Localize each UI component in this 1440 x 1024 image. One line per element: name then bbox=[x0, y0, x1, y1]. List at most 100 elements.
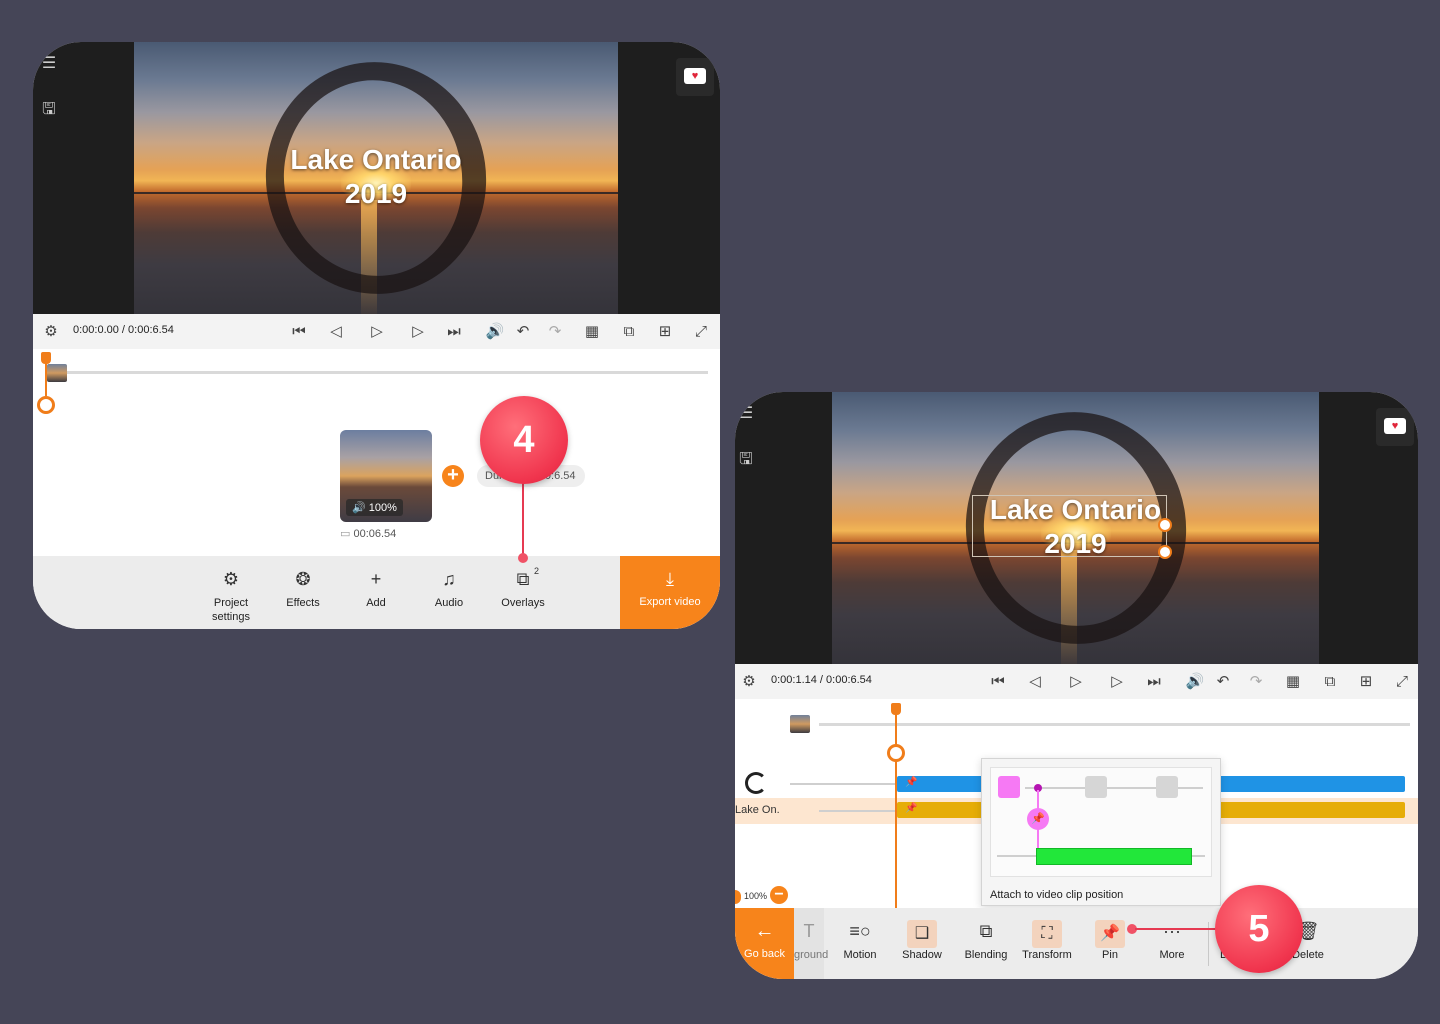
previous-frame-icon[interactable]: ◁ bbox=[1025, 672, 1045, 692]
hamburger-menu-icon[interactable]: ☰ bbox=[735, 406, 757, 422]
rotate-handle[interactable] bbox=[1158, 545, 1172, 559]
video-frame: Lake Ontario 2019 bbox=[134, 42, 618, 314]
arrow-left-icon: ← bbox=[754, 920, 775, 942]
settings-dial-icon[interactable]: ⚙ bbox=[41, 322, 61, 342]
hamburger-menu-icon[interactable]: ☰ bbox=[38, 56, 60, 72]
video-title-overlay: Lake Ontario 2019 bbox=[832, 493, 1319, 561]
blending-button[interactable]: ⧉ Blending bbox=[958, 908, 1014, 962]
keyframe-2[interactable] bbox=[1085, 776, 1107, 798]
transform-label: Transform bbox=[1022, 949, 1072, 961]
title-line-2: 2019 bbox=[1044, 528, 1107, 559]
feedback-heart-button[interactable]: ♥ bbox=[1376, 408, 1414, 446]
play-icon[interactable]: ▷ bbox=[367, 322, 387, 342]
text-track-guide bbox=[819, 810, 897, 812]
next-frame-icon[interactable]: ▷ bbox=[1107, 672, 1127, 692]
pin-button[interactable]: 📌 Pin bbox=[1085, 908, 1135, 962]
overlays-count-badge: 2 bbox=[534, 566, 540, 576]
more-icon: ··· bbox=[1163, 921, 1181, 941]
overlay-pin-icon: 📌 bbox=[905, 777, 918, 788]
previous-frame-icon[interactable]: ◁ bbox=[326, 322, 346, 342]
effects-button[interactable]: ❂ Effects bbox=[278, 556, 328, 610]
volume-icon[interactable]: 🔊 bbox=[485, 322, 505, 342]
motion-button[interactable]: ≡○ Motion bbox=[835, 908, 885, 962]
checkerboard-icon[interactable]: ▦ bbox=[1283, 672, 1303, 692]
pin-label: Pin bbox=[1102, 949, 1118, 961]
blending-icon: ⧉ bbox=[979, 921, 993, 941]
fullscreen-icon[interactable]: ⤢ bbox=[691, 322, 711, 342]
plus-icon: + bbox=[370, 569, 382, 589]
playhead-knob[interactable] bbox=[887, 744, 905, 762]
callout-leader-dot bbox=[518, 553, 528, 563]
audio-button[interactable]: ♫ Audio bbox=[424, 556, 474, 610]
project-settings-label: Project settings bbox=[212, 597, 250, 623]
fullscreen-icon[interactable]: ⤢ bbox=[1392, 672, 1412, 692]
aspect-ratio-icon[interactable]: ⧉ bbox=[619, 322, 639, 342]
text-pin-icon: 📌 bbox=[905, 803, 918, 814]
transform-icon: ⛶ bbox=[1019, 920, 1075, 948]
effects-label: Effects bbox=[286, 597, 320, 609]
next-frame-icon[interactable]: ▷ bbox=[408, 322, 428, 342]
time-readout: 0:00:0.00 / 0:00:6.54 bbox=[73, 324, 174, 336]
export-video-button[interactable]: ⤓ Export video bbox=[620, 556, 720, 629]
video-preview-area: ☰ 🖫 Lake Ontario 2019 ♥ bbox=[33, 42, 720, 314]
skip-to-start-icon[interactable]: ⏮ bbox=[289, 322, 309, 342]
project-settings-button[interactable]: ⚙ Project settings bbox=[201, 556, 261, 624]
playhead-line bbox=[895, 712, 897, 908]
clip-thumbnail-card[interactable]: 🔊 100% bbox=[340, 430, 432, 522]
pin-icon[interactable]: 📌 bbox=[1027, 808, 1049, 830]
overlay-track-circle-icon[interactable] bbox=[745, 772, 767, 794]
background-button[interactable]: T ground bbox=[794, 908, 828, 979]
zoom-out-edge bbox=[735, 890, 741, 904]
popup-caption: Attach to video clip position bbox=[990, 889, 1124, 901]
more-button[interactable]: ··· More bbox=[1147, 908, 1197, 962]
clip-position-bar[interactable] bbox=[1036, 848, 1192, 865]
timeline-track[interactable] bbox=[63, 371, 708, 374]
playhead-knob[interactable] bbox=[37, 396, 55, 414]
save-icon[interactable]: 🖫 bbox=[38, 102, 60, 118]
zoom-label: 100% bbox=[744, 891, 768, 901]
undo-icon[interactable]: ↶ bbox=[513, 322, 533, 342]
play-icon[interactable]: ▷ bbox=[1066, 672, 1086, 692]
shadow-label: Shadow bbox=[902, 949, 942, 961]
go-back-label: Go back bbox=[744, 948, 785, 960]
grid-icon[interactable]: ⊞ bbox=[1356, 672, 1376, 692]
title-line-1: Lake Ontario bbox=[989, 494, 1162, 525]
volume-icon[interactable]: 🔊 bbox=[1185, 672, 1205, 692]
bottom-toolbar: ⚙ Project settings ❂ Effects + Add ♫ Aud… bbox=[33, 556, 720, 629]
video-preview-area: ☰ 🖫 Lake Ontario 2019 ♥ bbox=[735, 392, 1418, 664]
skip-to-end-icon[interactable]: ⏭ bbox=[1144, 672, 1164, 692]
overlays-button[interactable]: ⧉ Overlays bbox=[497, 556, 549, 610]
timeline-clip-thumbnail[interactable] bbox=[47, 364, 67, 382]
clip-duration-text: 00:06.54 bbox=[353, 528, 397, 540]
checkerboard-icon[interactable]: ▦ bbox=[582, 322, 602, 342]
save-icon[interactable]: 🖫 bbox=[735, 452, 757, 468]
skip-to-start-icon[interactable]: ⏮ bbox=[988, 672, 1008, 692]
add-clip-button[interactable]: + bbox=[442, 465, 464, 487]
grid-icon[interactable]: ⊞ bbox=[655, 322, 675, 342]
undo-icon[interactable]: ↶ bbox=[1213, 672, 1233, 692]
timeline-track[interactable] bbox=[819, 723, 1410, 726]
skip-to-end-icon[interactable]: ⏭ bbox=[444, 322, 464, 342]
keyframe-active[interactable] bbox=[998, 776, 1020, 798]
gear-icon: ⚙ bbox=[222, 569, 240, 589]
aspect-ratio-icon[interactable]: ⧉ bbox=[1320, 672, 1340, 692]
clip-volume-badge: 🔊 100% bbox=[346, 499, 403, 516]
resize-handle[interactable] bbox=[1158, 518, 1172, 532]
shadow-button[interactable]: ❑ Shadow bbox=[897, 908, 947, 962]
settings-dial-icon[interactable]: ⚙ bbox=[739, 672, 759, 692]
redo-icon[interactable]: ↷ bbox=[1246, 672, 1266, 692]
feedback-heart-button[interactable]: ♥ bbox=[676, 58, 714, 96]
add-button[interactable]: + Add bbox=[351, 556, 401, 610]
motion-icon: ≡○ bbox=[849, 921, 871, 941]
timeline-clip-thumbnail[interactable] bbox=[790, 715, 810, 733]
redo-icon[interactable]: ↷ bbox=[545, 322, 565, 342]
layers-icon: ⧉ bbox=[516, 569, 530, 589]
go-back-button[interactable]: ← Go back bbox=[735, 908, 794, 979]
clip-duration: ▭ 00:06.54 bbox=[340, 527, 396, 540]
callout-leader-line bbox=[522, 482, 524, 558]
audio-label: Audio bbox=[434, 597, 464, 609]
keyframe-3[interactable] bbox=[1156, 776, 1178, 798]
zoom-minus-button[interactable]: − bbox=[770, 886, 788, 904]
transform-button[interactable]: ⛶ Transform bbox=[1019, 908, 1075, 962]
pin-keyframe-editor[interactable]: 📌 bbox=[990, 767, 1212, 877]
